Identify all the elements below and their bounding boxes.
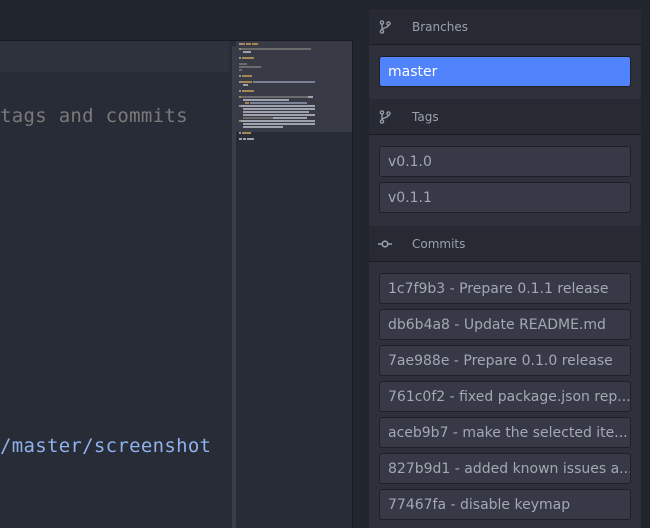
commit-label: db6b4a8 - Update README.md [388,316,606,333]
commit-item[interactable]: 761c0f2 - fixed package.json rep... [379,381,631,412]
commit-item[interactable]: 7ae988e - Prepare 0.1.0 release [379,345,631,376]
git-branch-icon [378,19,392,34]
branch-item[interactable]: master [379,56,631,87]
branch-label: master [388,63,438,80]
code-link-line: /master/screenshot [0,435,212,457]
git-commit-icon [378,237,392,251]
editor-tab-bar [0,0,368,40]
commits-title: Commits [412,236,466,251]
commit-item[interactable]: 77467fa - disable keymap [379,489,631,520]
minimap[interactable] [236,41,352,528]
commits-panel: Commits 1c7f9b3 - Prepare 0.1.1 release … [369,226,641,528]
commit-label: 761c0f2 - fixed package.json rep... [388,388,631,405]
tags-list: v0.1.0 v0.1.1 [369,135,641,226]
current-line-highlight [0,41,229,72]
commit-label: 77467fa - disable keymap [388,496,571,513]
commit-item[interactable]: aceb9b7 - make the selected ite... [379,417,631,448]
commits-list: 1c7f9b3 - Prepare 0.1.1 release db6b4a8 … [369,262,641,528]
git-refs-sidebar: Branches master Tags v0.1.0 v0.1.1 Commi… [369,9,641,528]
commits-header[interactable]: Commits [369,226,641,262]
commit-label: 827b9d1 - added known issues a... [388,460,631,477]
branches-title: Branches [412,19,468,34]
commit-label: 7ae988e - Prepare 0.1.0 release [388,352,613,369]
git-branch-icon [378,109,392,124]
commit-label: aceb9b7 - make the selected ite... [388,424,628,441]
tags-panel: Tags v0.1.0 v0.1.1 [369,99,641,226]
commit-item[interactable]: 827b9d1 - added known issues a... [379,453,631,484]
commit-item[interactable]: db6b4a8 - Update README.md [379,309,631,340]
code-comment-line: tags and commits [0,105,188,127]
commit-label: 1c7f9b3 - Prepare 0.1.1 release [388,280,609,297]
branches-list: master [369,45,641,99]
branches-panel: Branches master [369,9,641,99]
tag-item[interactable]: v0.1.1 [379,182,631,213]
tags-header[interactable]: Tags [369,99,641,135]
commit-item[interactable]: 1c7f9b3 - Prepare 0.1.1 release [379,273,631,304]
tag-item[interactable]: v0.1.0 [379,146,631,177]
text-editor[interactable]: tags and commits /master/screenshot [0,40,353,528]
tag-label: v0.1.0 [388,153,432,170]
tag-label: v0.1.1 [388,189,432,206]
branches-header[interactable]: Branches [369,9,641,45]
tags-title: Tags [412,109,439,124]
